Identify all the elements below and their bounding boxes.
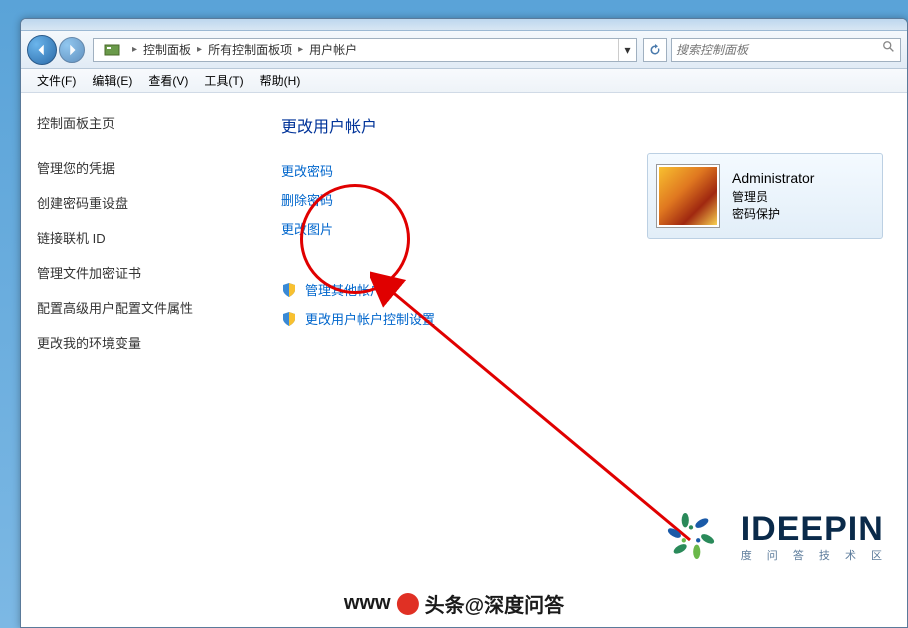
menu-tools[interactable]: 工具(T) [196,72,251,89]
menu-file[interactable]: 文件(F) [29,72,84,89]
navigation-toolbar: ▸ 控制面板 ▸ 所有控制面板项 ▸ 用户帐户 ▾ [21,31,907,69]
breadcrumb-item[interactable]: 用户帐户 [309,41,357,58]
refresh-icon [649,44,661,56]
swirl-icon [655,500,727,572]
sidebar-home-link[interactable]: 控制面板主页 [37,113,235,132]
arrow-left-icon [35,43,49,57]
page-heading: 更改用户帐户 [281,113,877,137]
link-label: 更改用户帐户控制设置 [305,309,435,328]
sidebar-link-profile[interactable]: 配置高级用户配置文件属性 [37,298,235,317]
avatar-image [659,167,717,225]
sidebar-link-certificates[interactable]: 管理文件加密证书 [37,263,235,282]
breadcrumb-item[interactable]: 控制面板 [143,41,191,58]
watermark-brand: IDEEPIN [741,510,888,549]
breadcrumb-separator: ▸ [298,44,303,55]
watermark-sub: 度 问 答 技 术 区 [741,547,888,563]
menu-bar: 文件(F) 编辑(E) 查看(V) 工具(T) 帮助(H) [21,69,907,93]
shield-icon [281,311,297,327]
account-name: Administrator [732,170,814,186]
menu-edit[interactable]: 编辑(E) [84,72,140,89]
sidebar-link-online-id[interactable]: 链接联机 ID [37,228,235,247]
sidebar-link-credentials[interactable]: 管理您的凭据 [37,158,235,177]
account-info: Administrator 管理员 密码保护 [732,170,814,222]
arrow-right-icon [65,43,79,57]
sidebar-link-reset-disk[interactable]: 创建密码重设盘 [37,193,235,212]
search-input[interactable] [676,43,882,57]
control-panel-icon [104,42,120,58]
forward-button[interactable] [59,37,85,63]
account-protection: 密码保护 [732,205,814,222]
watermark-logo: IDEEPIN 度 问 答 技 术 区 [655,500,888,572]
toutiao-icon [397,593,419,615]
breadcrumb-separator: ▸ [197,44,202,55]
breadcrumb-item[interactable]: 所有控制面板项 [208,41,292,58]
breadcrumb-dropdown[interactable]: ▾ [618,39,636,61]
sidebar: 控制面板主页 管理您的凭据 创建密码重设盘 链接联机 ID 管理文件加密证书 配… [21,93,251,627]
menu-help[interactable]: 帮助(H) [252,72,309,89]
watermark-url-prefix: www [344,592,391,615]
search-box[interactable] [671,38,901,62]
shield-icon [281,282,297,298]
search-icon [882,40,896,59]
link-manage-accounts[interactable]: 管理其他帐户 [281,280,877,299]
admin-links: 管理其他帐户 更改用户帐户控制设置 [281,280,877,328]
avatar[interactable] [656,164,720,228]
watermark-url-text: 头条@深度问答 [425,589,565,618]
watermark-url: www 头条@深度问答 [344,589,564,618]
link-uac-settings[interactable]: 更改用户帐户控制设置 [281,309,877,328]
menu-view[interactable]: 查看(V) [140,72,196,89]
titlebar [21,19,907,31]
sidebar-link-env-vars[interactable]: 更改我的环境变量 [37,333,235,352]
account-card: Administrator 管理员 密码保护 [647,153,883,239]
account-role: 管理员 [732,188,814,205]
breadcrumb[interactable]: ▸ 控制面板 ▸ 所有控制面板项 ▸ 用户帐户 ▾ [93,38,637,62]
refresh-button[interactable] [643,38,667,62]
back-button[interactable] [27,35,57,65]
breadcrumb-separator: ▸ [132,44,137,55]
link-label: 管理其他帐户 [305,280,383,299]
